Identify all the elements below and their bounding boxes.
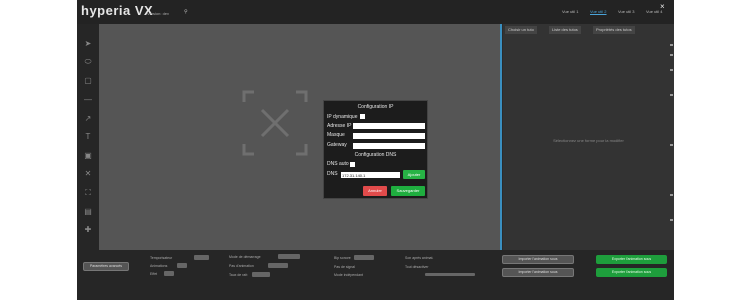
dns-input[interactable] [341, 172, 400, 178]
dns-auto-label: DNS auto [327, 161, 349, 167]
panel-empty-message: Sélectionnez une forme pour la modifier [553, 138, 624, 143]
app-logo: hyperia VX [81, 3, 154, 18]
animations-label: Animations [150, 264, 168, 268]
cursor-icon[interactable]: ➤ [82, 38, 94, 50]
export-animation-button-1[interactable]: Exporter l'animation sous [596, 255, 667, 264]
ip-config-title: Configuration IP [357, 104, 394, 110]
panel-scroll-marks [670, 44, 673, 221]
add-dns-button[interactable]: Ajouter [403, 170, 425, 179]
header-tab-3[interactable]: Vue util 3 [618, 9, 635, 14]
effect-label: Effet [150, 272, 158, 276]
layout-icon[interactable]: ▤ [82, 206, 94, 218]
timer-field[interactable] [194, 255, 209, 260]
dhcp-checkbox[interactable] [360, 114, 365, 119]
close-icon[interactable]: × [660, 2, 665, 11]
no-animation-select[interactable] [268, 263, 288, 268]
dns-config-title: Configuration DNS [354, 152, 397, 158]
canvas[interactable] [99, 24, 502, 250]
rectangle-icon[interactable]: ▢ [82, 75, 94, 87]
ip-address-input[interactable] [353, 123, 425, 129]
no-animation-label: Pas d'animation [229, 264, 254, 268]
animations-field[interactable] [177, 263, 187, 268]
tab-tuto-properties[interactable]: Propriétés des tutos [593, 26, 635, 34]
gateway-label: Gateway [327, 142, 347, 148]
refresh-rate-select[interactable] [252, 272, 270, 277]
timer-label: Temporisateur [150, 256, 173, 260]
beep-select[interactable] [354, 255, 374, 260]
text-icon[interactable]: T [82, 131, 94, 143]
import-animation-button-1[interactable]: Importer l'animation sous [502, 255, 574, 264]
volume-slider[interactable] [425, 273, 475, 276]
cross-icon[interactable]: ✕ [82, 168, 94, 180]
properties-panel: Choisir un tuto Liste des tutos Propriét… [503, 24, 674, 250]
mask-input[interactable] [353, 133, 425, 139]
start-mode-label: Mode de démarrage [229, 255, 261, 259]
cancel-button[interactable]: Annuler [363, 186, 387, 196]
independent-mode-label: Mode indépendant [334, 273, 363, 277]
bottom-controls: Paramètres avancés Temporisateur Animati… [77, 250, 674, 300]
ellipse-icon[interactable]: ⬭ [82, 56, 94, 68]
header-tab-1[interactable]: Vue util 1 [562, 9, 579, 14]
version-label: Version: dev [147, 11, 170, 16]
header-bar: hyperia VX Version: dev ⚲ Vue util 1 Vue… [77, 0, 674, 24]
refresh-rate-label: Taux de rafr. [229, 273, 249, 277]
image-icon[interactable]: ▣ [82, 150, 94, 162]
fullscreen-icon[interactable]: ⛶ [82, 187, 94, 199]
ip-address-label: Adresse IP [327, 123, 352, 129]
tab-tuto-list[interactable]: Liste des tutos [549, 26, 581, 34]
advanced-settings-button[interactable]: Paramètres avancés [83, 262, 129, 271]
plus-icon[interactable]: ✚ [82, 224, 94, 236]
tab-choose-tuto[interactable]: Choisir un tuto [505, 26, 537, 34]
no-signal-label: Pas de signal [334, 265, 356, 269]
beep-label: Bip sonore [334, 256, 351, 260]
sound-after-label: Son après animat. [405, 256, 434, 260]
start-mode-select[interactable] [278, 254, 300, 259]
effect-field[interactable] [164, 271, 174, 276]
arrow-icon[interactable]: ↗ [82, 113, 94, 125]
header-tab-2[interactable]: Vue util 2 [590, 9, 607, 14]
empty-canvas-icon [242, 90, 308, 156]
user-icon[interactable]: ⚲ [184, 9, 188, 15]
save-button[interactable]: Sauvegarder [391, 186, 425, 196]
dhcp-label: IP dynamique [327, 114, 358, 120]
dns-label: DNS [327, 171, 338, 177]
disable-all-label: Tout désactiver [405, 265, 429, 269]
mask-label: Masque [327, 132, 345, 138]
export-animation-button-2[interactable]: Exporter l'animation sous [596, 268, 667, 277]
import-animation-button-2[interactable]: Importer l'animation sous [502, 268, 574, 277]
line-icon[interactable]: — [82, 94, 94, 106]
dns-auto-checkbox[interactable] [350, 162, 355, 167]
gateway-input[interactable] [353, 143, 425, 149]
tool-sidebar: ➤ ⬭ ▢ — ↗ T ▣ ✕ ⛶ ▤ ✚ [77, 24, 99, 250]
ip-config-dialog: Configuration IP IP dynamique Adresse IP… [323, 100, 428, 199]
